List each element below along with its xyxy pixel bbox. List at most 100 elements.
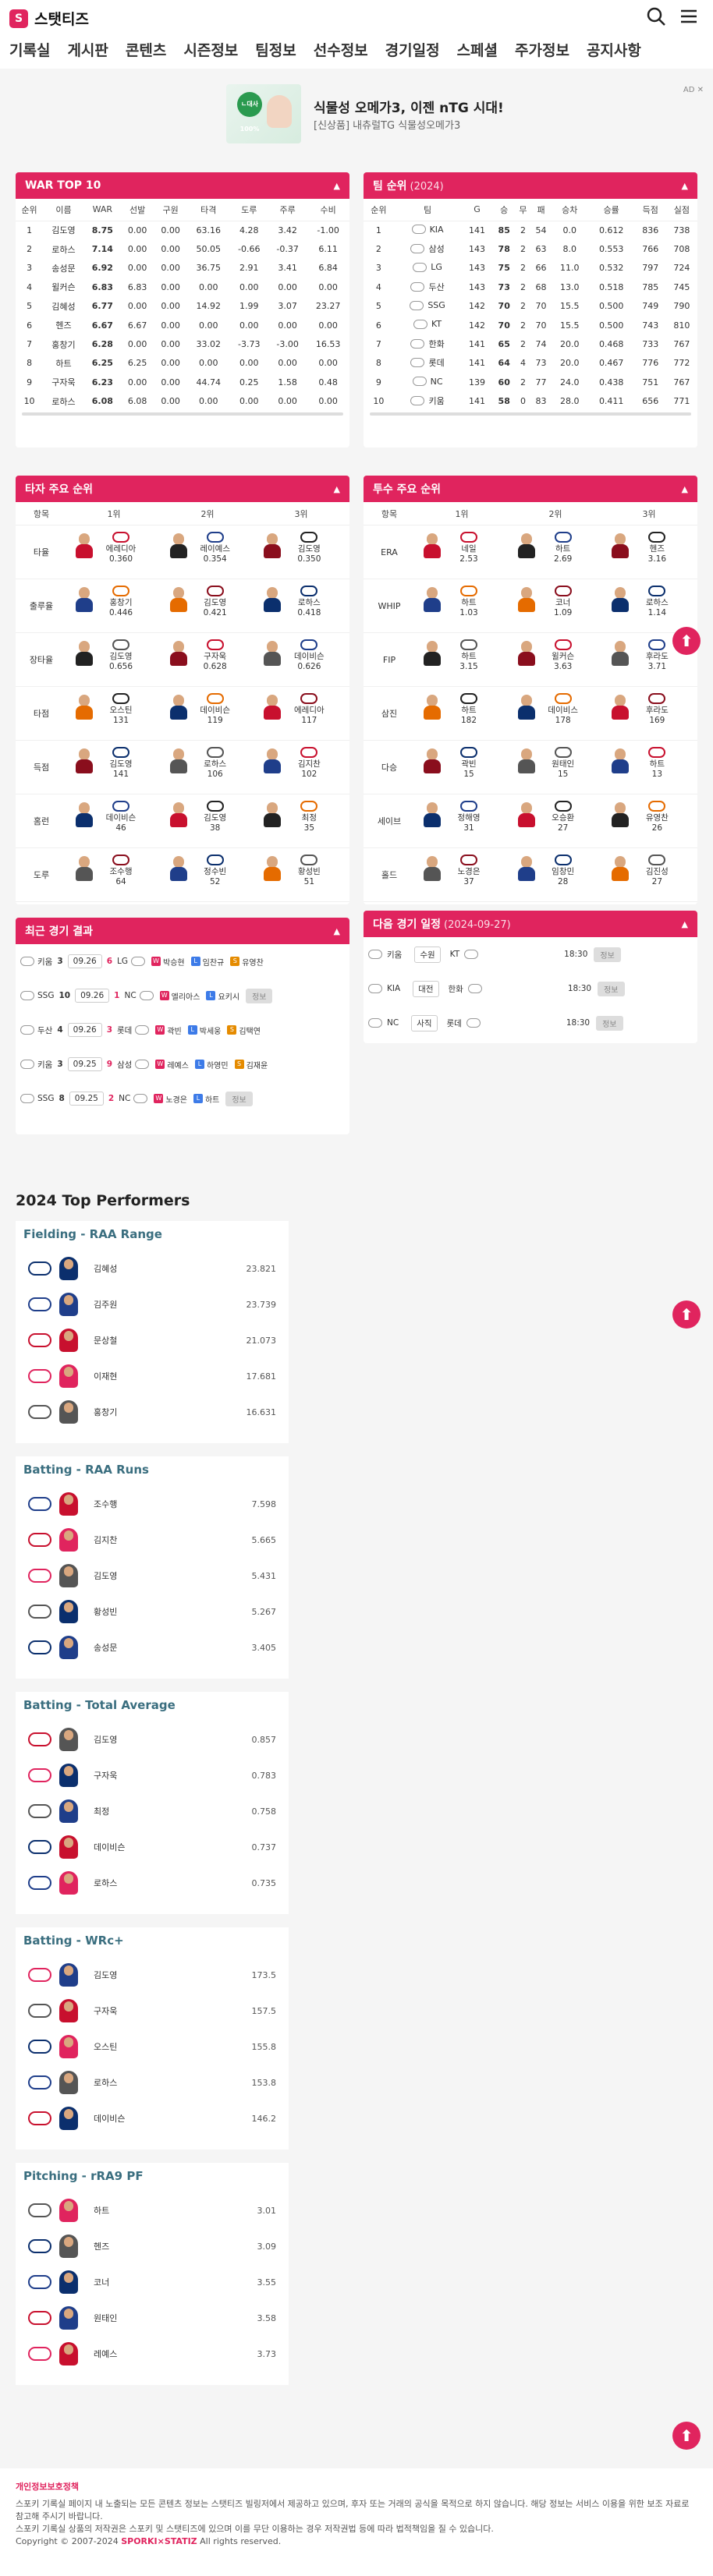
table-row[interactable]: 3 송성문 6.92 0.00 0.00 36.75 2.91 3.41 6.84 xyxy=(16,259,349,278)
table-row[interactable]: 6 KT 142 70 2 70 15.5 0.500 743 810 xyxy=(364,316,697,334)
site-logo[interactable]: S 스탯티즈 xyxy=(9,8,89,29)
schedule-row[interactable]: KIA 대전 한화 18:30 정보 xyxy=(364,971,697,1006)
performer-row[interactable]: 로하스 0.735 xyxy=(16,1865,289,1901)
nav-item[interactable]: 스페셜 xyxy=(457,39,498,60)
leader-cell[interactable]: 하트 1.03 xyxy=(415,579,509,632)
performer-row[interactable]: 김지찬 5.665 xyxy=(16,1522,289,1558)
nav-item[interactable]: 경기일정 xyxy=(385,39,440,60)
leader-cell[interactable]: 헨즈 3.16 xyxy=(603,525,697,579)
performer-row[interactable]: 오스틴 155.8 xyxy=(16,2029,289,2065)
info-button[interactable]: 정보 xyxy=(246,988,273,1003)
leader-cell[interactable]: 김도영 141 xyxy=(67,741,161,794)
performer-row[interactable]: 김도영 0.857 xyxy=(16,1721,289,1757)
scroll-top-button[interactable]: ⬆ xyxy=(672,1300,701,1329)
performer-row[interactable]: 코너 3.55 xyxy=(16,2264,289,2300)
nav-item[interactable]: 팀정보 xyxy=(255,39,296,60)
leader-cell[interactable]: 데이비슨 119 xyxy=(161,687,256,740)
leader-cell[interactable]: 하트 13 xyxy=(603,741,697,794)
table-row[interactable]: 4 윌커슨 6.83 6.83 0.00 0.00 0.00 0.00 0.00 xyxy=(16,278,349,296)
leader-cell[interactable]: 원태인 15 xyxy=(509,741,604,794)
leader-cell[interactable]: 곽빈 15 xyxy=(415,741,509,794)
info-button[interactable]: 정보 xyxy=(596,1015,623,1031)
leader-cell[interactable]: 김진성 27 xyxy=(603,848,697,901)
leader-cell[interactable]: 로하스 1.14 xyxy=(603,579,697,632)
table-row[interactable]: 9 NC 139 60 2 77 24.0 0.438 751 767 xyxy=(364,373,697,391)
game-result-row[interactable]: SSG 8 09.25 2 NC W 노경은 L 하트 정보 xyxy=(16,1081,349,1116)
collapse-icon[interactable]: ▲ xyxy=(682,919,688,929)
performer-row[interactable]: 홍창기 16.631 xyxy=(16,1394,289,1430)
nav-item[interactable]: 시즌정보 xyxy=(183,39,238,60)
leader-cell[interactable]: 정수빈 52 xyxy=(161,848,256,901)
leader-cell[interactable]: 에레디아 117 xyxy=(255,687,349,740)
ad-banner[interactable]: ㄴ대사 100% 식물성 오메가3, 이젠 nTG 시대! [신상품] 내츄럴T… xyxy=(0,78,713,148)
performer-row[interactable]: 김혜성 23.821 xyxy=(16,1251,289,1286)
leader-cell[interactable]: 로하스 0.418 xyxy=(255,579,349,632)
performer-row[interactable]: 레예스 3.73 xyxy=(16,2336,289,2372)
leader-cell[interactable]: 김도영 0.350 xyxy=(255,525,349,579)
performer-row[interactable]: 원태인 3.58 xyxy=(16,2300,289,2336)
leader-cell[interactable]: 하트 2.69 xyxy=(509,525,604,579)
table-row[interactable]: 2 로하스 7.14 0.00 0.00 50.05 -0.66 -0.37 6.11 xyxy=(16,239,349,258)
game-result-row[interactable]: 키움 3 09.25 9 삼성 W 레예스 L 하영민 S 김재윤 xyxy=(16,1047,349,1081)
info-button[interactable]: 정보 xyxy=(594,947,621,962)
performer-row[interactable]: 데이비슨 0.737 xyxy=(16,1829,289,1865)
info-button[interactable]: 정보 xyxy=(225,1091,253,1106)
table-row[interactable]: 10 키움 141 58 0 83 28.0 0.411 656 771 xyxy=(364,392,697,411)
performer-row[interactable]: 데이비슨 146.2 xyxy=(16,2100,289,2136)
collapse-icon[interactable]: ▲ xyxy=(682,181,688,191)
table-row[interactable]: 7 한화 141 65 2 74 20.0 0.468 733 767 xyxy=(364,334,697,353)
nav-item[interactable]: 공지사항 xyxy=(587,39,641,60)
performer-row[interactable]: 조수행 7.598 xyxy=(16,1486,289,1522)
leader-cell[interactable]: 네일 2.53 xyxy=(415,525,509,579)
search-icon[interactable] xyxy=(646,6,666,27)
table-scrollbar[interactable] xyxy=(22,412,343,416)
table-row[interactable]: 1 KIA 141 85 2 54 0.0 0.612 836 738 xyxy=(364,221,697,239)
table-row[interactable]: 6 헨즈 6.67 6.67 0.00 0.00 0.00 0.00 0.00 xyxy=(16,316,349,334)
performer-row[interactable]: 구자욱 157.5 xyxy=(16,1993,289,2029)
leader-cell[interactable]: 레이예스 0.354 xyxy=(161,525,256,579)
performer-row[interactable]: 로하스 153.8 xyxy=(16,2065,289,2100)
leader-cell[interactable]: 오승환 27 xyxy=(509,794,604,847)
nav-item[interactable]: 기록실 xyxy=(9,39,50,60)
leader-cell[interactable]: 하트 182 xyxy=(415,687,509,740)
table-row[interactable]: 1 김도영 8.75 0.00 0.00 63.16 4.28 3.42 -1.00 xyxy=(16,221,349,239)
leader-cell[interactable]: 황성빈 51 xyxy=(255,848,349,901)
game-result-row[interactable]: 두산 4 09.26 3 롯데 W 곽빈 L 박세웅 S 김택연 xyxy=(16,1013,349,1047)
collapse-icon[interactable]: ▲ xyxy=(334,484,340,494)
collapse-icon[interactable]: ▲ xyxy=(682,484,688,494)
table-row[interactable]: 10 로하스 6.08 6.08 0.00 0.00 0.00 0.00 0.00 xyxy=(16,392,349,411)
leader-cell[interactable]: 조수행 64 xyxy=(67,848,161,901)
table-row[interactable]: 4 두산 143 73 2 68 13.0 0.518 785 745 xyxy=(364,278,697,296)
performer-row[interactable]: 황성빈 5.267 xyxy=(16,1594,289,1629)
performer-row[interactable]: 이재현 17.681 xyxy=(16,1358,289,1394)
leader-cell[interactable]: 정해영 31 xyxy=(415,794,509,847)
game-result-row[interactable]: SSG 10 09.26 1 NC W 엘리아스 L 요키시 정보 xyxy=(16,978,349,1013)
leader-cell[interactable]: 윌커슨 3.63 xyxy=(509,633,604,686)
nav-item[interactable]: 게시판 xyxy=(67,39,108,60)
schedule-row[interactable]: 키움 수원 KT 18:30 정보 xyxy=(364,937,697,971)
scroll-top-button[interactable]: ⬆ xyxy=(672,2422,701,2450)
ad-close-icon[interactable]: AD ✕ xyxy=(683,86,704,94)
performer-row[interactable]: 최정 0.758 xyxy=(16,1793,289,1829)
leader-cell[interactable]: 노경은 37 xyxy=(415,848,509,901)
leader-cell[interactable]: 데이비스 178 xyxy=(509,687,604,740)
leader-cell[interactable]: 임창민 28 xyxy=(509,848,604,901)
leader-cell[interactable]: 김지찬 102 xyxy=(255,741,349,794)
collapse-icon[interactable]: ▲ xyxy=(334,926,340,936)
leader-cell[interactable]: 유영찬 26 xyxy=(603,794,697,847)
leader-cell[interactable]: 김도영 0.421 xyxy=(161,579,256,632)
performer-row[interactable]: 김도영 173.5 xyxy=(16,1957,289,1993)
performer-row[interactable]: 문상철 21.073 xyxy=(16,1322,289,1358)
info-button[interactable]: 정보 xyxy=(598,981,625,996)
leader-cell[interactable]: 홍창기 0.446 xyxy=(67,579,161,632)
table-row[interactable]: 7 홍창기 6.28 0.00 0.00 33.02 -3.73 -3.00 16.53 xyxy=(16,334,349,353)
leader-cell[interactable]: 최정 35 xyxy=(255,794,349,847)
performer-row[interactable]: 김도영 5.431 xyxy=(16,1558,289,1594)
table-row[interactable]: 3 LG 143 75 2 66 11.0 0.532 797 724 xyxy=(364,259,697,278)
leader-cell[interactable]: 에레디아 0.360 xyxy=(67,525,161,579)
leader-cell[interactable]: 오스틴 131 xyxy=(67,687,161,740)
performer-row[interactable]: 구자욱 0.783 xyxy=(16,1757,289,1793)
nav-item[interactable]: 선수정보 xyxy=(314,39,368,60)
game-result-row[interactable]: 키움 3 09.26 6 LG W 박승현 L 임찬규 S 유영찬 xyxy=(16,944,349,978)
leader-cell[interactable]: 코너 1.09 xyxy=(509,579,604,632)
